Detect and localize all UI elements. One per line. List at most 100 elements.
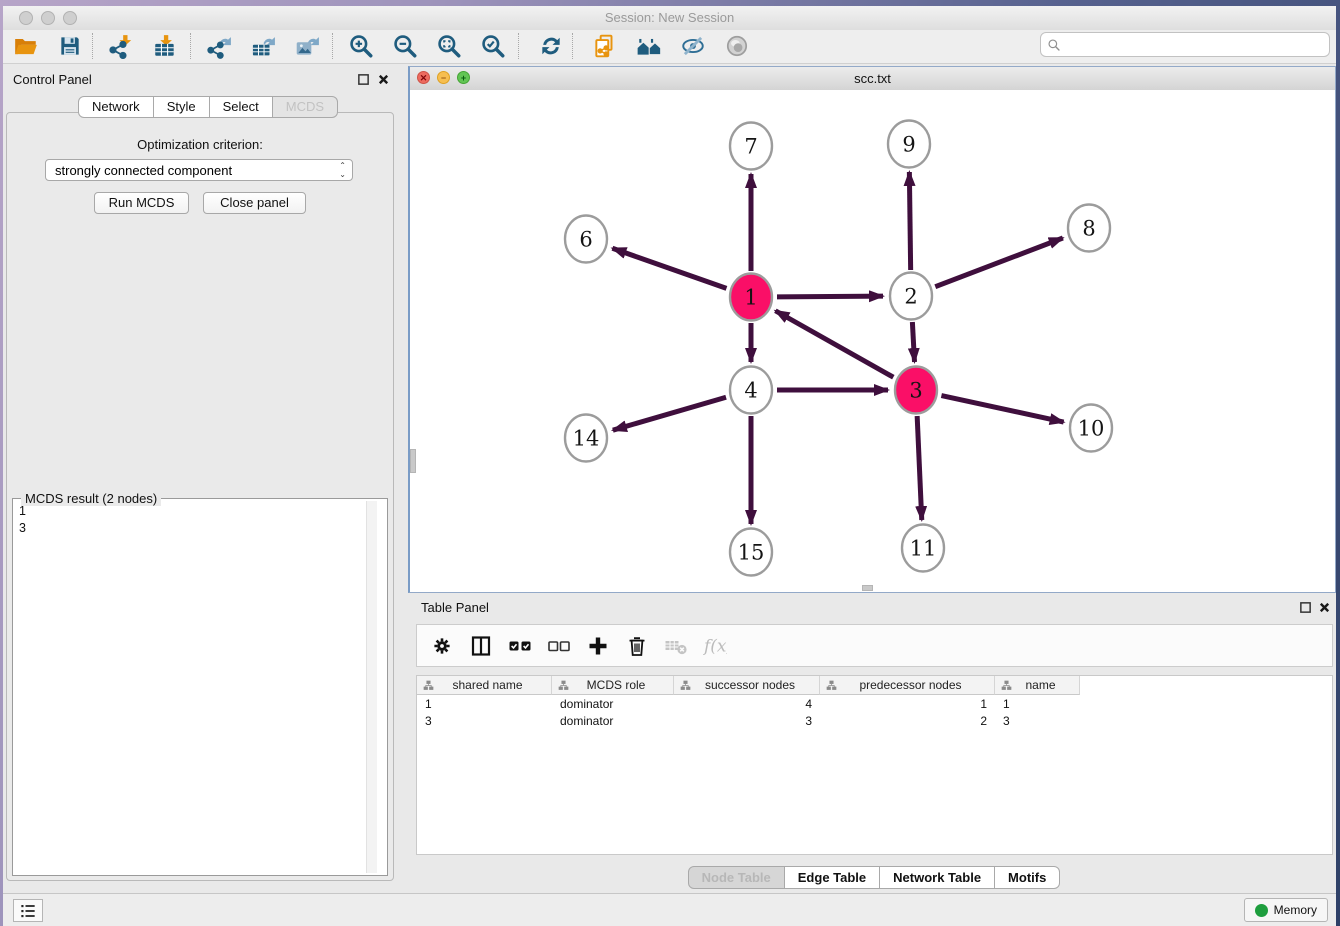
column-header-successor-nodes[interactable]: successor nodes	[674, 676, 820, 695]
graph-node-11[interactable]: 11	[902, 525, 944, 572]
table-cell[interactable]: 3	[417, 713, 552, 730]
table-tab-node-table[interactable]: Node Table	[688, 866, 785, 889]
graph-edge-1-6[interactable]	[612, 248, 726, 288]
svg-text:14: 14	[573, 427, 600, 451]
memory-status-icon	[1255, 904, 1268, 917]
control-tab-mcds[interactable]: MCDS	[273, 96, 338, 118]
toolbar-group	[344, 32, 510, 60]
table-cell[interactable]: dominator	[552, 713, 674, 730]
open-session-icon[interactable]	[9, 32, 43, 60]
table-cell[interactable]: 3	[674, 713, 820, 730]
export-network-icon[interactable]	[202, 32, 236, 60]
graph-node-10[interactable]: 10	[1070, 405, 1112, 452]
toolbar-separator	[572, 33, 573, 59]
export-image-icon[interactable]	[290, 32, 324, 60]
control-tab-network[interactable]: Network	[78, 96, 154, 118]
control-panel-close-icon[interactable]	[377, 73, 391, 87]
first-neighbors-icon[interactable]	[632, 32, 666, 60]
table-panel-float-icon[interactable]	[1299, 601, 1313, 615]
zoom-fit-icon[interactable]	[432, 32, 466, 60]
hide-details-icon[interactable]	[676, 32, 710, 60]
table-panel-close-icon[interactable]	[1318, 601, 1332, 615]
search-input[interactable]	[1065, 35, 1329, 55]
import-table-icon[interactable]	[148, 32, 182, 60]
column-header-shared-name[interactable]: shared name	[417, 676, 552, 695]
mcds-result-title: MCDS result (2 nodes)	[21, 491, 161, 506]
svg-text:15: 15	[738, 541, 765, 565]
refresh-icon[interactable]	[534, 32, 568, 60]
graph-node-9[interactable]: 9	[888, 121, 930, 168]
table-cell[interactable]: 1	[995, 696, 1080, 713]
import-network-icon[interactable]	[104, 32, 138, 60]
graph-node-7[interactable]: 7	[730, 123, 772, 170]
delete-column-icon[interactable]	[624, 633, 650, 659]
control-tab-style[interactable]: Style	[154, 96, 210, 118]
zoom-out-icon[interactable]	[388, 32, 422, 60]
tree-icon	[826, 680, 837, 691]
svg-text:9: 9	[902, 133, 915, 157]
table-panel-tabs: Node TableEdge TableNetwork TableMotifs	[408, 866, 1340, 889]
svg-text:6: 6	[579, 228, 592, 252]
network-vscroll-thumb[interactable]	[410, 449, 416, 473]
search-icon	[1047, 38, 1061, 52]
graph-node-8[interactable]: 8	[1068, 205, 1110, 252]
export-table-icon[interactable]	[246, 32, 280, 60]
result-scrollbar[interactable]	[366, 501, 377, 873]
column-header-name[interactable]: name	[995, 676, 1080, 695]
close-panel-button[interactable]: Close panel	[203, 192, 306, 214]
mcds-result-group: MCDS result (2 nodes) 1 3	[12, 498, 388, 876]
toolbar-group	[104, 32, 182, 60]
table-tab-network-table[interactable]: Network Table	[880, 866, 995, 889]
select-all-rows-icon[interactable]	[507, 633, 533, 659]
graph-edge-4-14[interactable]	[613, 397, 726, 430]
graph-edge-2-9[interactable]	[909, 172, 910, 270]
table-cell[interactable]: dominator	[552, 696, 674, 713]
column-header-predecessor-nodes[interactable]: predecessor nodes	[820, 676, 995, 695]
table-cell[interactable]: 1	[820, 696, 995, 713]
run-mcds-button[interactable]: Run MCDS	[94, 192, 189, 214]
table-panel-title: Table Panel	[421, 600, 489, 615]
graph-edge-2-3[interactable]	[912, 322, 914, 362]
graph-node-2[interactable]: 2	[890, 273, 932, 320]
search-box[interactable]	[1040, 32, 1330, 57]
graph-node-1[interactable]: 1	[730, 274, 772, 321]
toolbar-group	[202, 32, 324, 60]
graph-edge-2-8[interactable]	[935, 238, 1063, 287]
graph-node-4[interactable]: 4	[730, 367, 772, 414]
deselect-all-rows-icon[interactable]	[546, 633, 572, 659]
graph-edge-1-2[interactable]	[777, 296, 883, 297]
graph-node-3[interactable]: 3	[895, 367, 937, 414]
graph-node-15[interactable]: 15	[730, 529, 772, 576]
table-tab-motifs[interactable]: Motifs	[995, 866, 1060, 889]
network-canvas[interactable]: 1 2 3 4 6 7 8 9 10 11 14 15	[410, 90, 1335, 592]
control-tab-select[interactable]: Select	[210, 96, 273, 118]
control-panel-float-icon[interactable]	[357, 73, 371, 87]
column-header-MCDS-role[interactable]: MCDS role	[552, 676, 674, 695]
graph-node-6[interactable]: 6	[565, 216, 607, 263]
show-details-icon[interactable]	[720, 32, 754, 60]
new-network-from-selection-icon[interactable]	[588, 32, 622, 60]
graph-node-14[interactable]: 14	[565, 415, 607, 462]
memory-button[interactable]: Memory	[1244, 898, 1328, 922]
task-history-button[interactable]	[13, 899, 43, 922]
zoom-in-icon[interactable]	[344, 32, 378, 60]
criterion-dropdown[interactable]: strongly connected component ⌃⌄	[45, 159, 353, 181]
criterion-dropdown-value: strongly connected component	[55, 163, 232, 178]
mcds-result-text[interactable]: 1 3	[19, 503, 26, 536]
svg-text:1: 1	[744, 286, 757, 310]
graph-edge-3-11[interactable]	[917, 416, 922, 520]
graph-edge-3-1[interactable]	[775, 311, 893, 377]
table-settings-gear-icon[interactable]	[429, 633, 455, 659]
table-tab-edge-table[interactable]: Edge Table	[785, 866, 880, 889]
graph-edge-3-10[interactable]	[941, 396, 1063, 423]
table-cell[interactable]: 4	[674, 696, 820, 713]
table-cell[interactable]: 3	[995, 713, 1080, 730]
zoom-selected-icon[interactable]	[476, 32, 510, 60]
table-cell[interactable]: 1	[417, 696, 552, 713]
svg-text:8: 8	[1082, 217, 1095, 241]
column-visibility-icon[interactable]	[468, 633, 494, 659]
table-cell[interactable]: 2	[820, 713, 995, 730]
save-session-icon[interactable]	[53, 32, 87, 60]
network-hscroll-thumb[interactable]	[862, 585, 873, 591]
add-column-icon[interactable]	[585, 633, 611, 659]
